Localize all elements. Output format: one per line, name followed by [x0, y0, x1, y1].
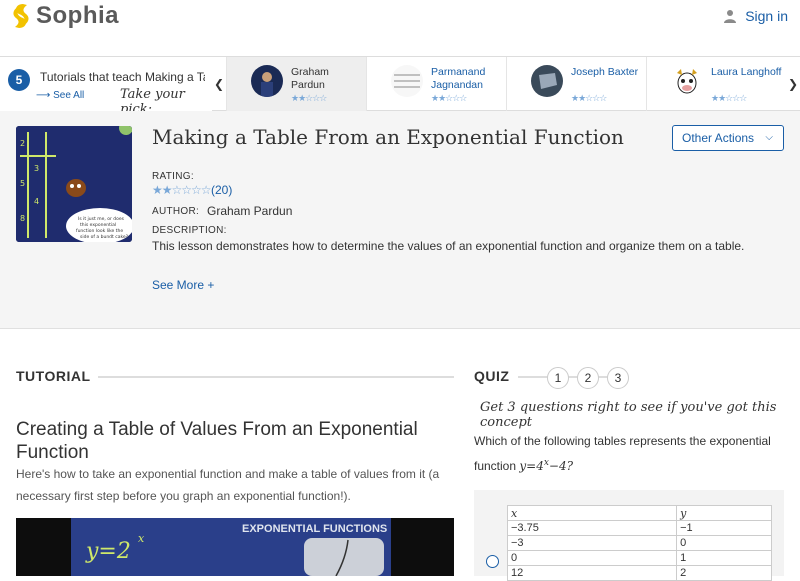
other-actions-label: Other Actions: [682, 131, 755, 145]
svg-text:Is it just me, or does: Is it just me, or does: [78, 216, 125, 222]
svg-text:4: 4: [34, 197, 39, 206]
strip-next-arrow[interactable]: ❯: [786, 57, 800, 111]
lesson-header: 2 3548 Is it just me, or does this expone…: [0, 111, 800, 329]
svg-text:this exponential: this exponential: [80, 222, 116, 228]
y-cell: −1: [676, 520, 772, 536]
strip-title: Tutorials that teach Making a Ta: [40, 70, 205, 84]
video-equation: y=2: [85, 539, 131, 564]
tutorial-video[interactable]: y=2 x EXPONENTIAL FUNCTIONS: [16, 518, 454, 576]
answer-radio[interactable]: [486, 555, 499, 568]
x-cell: −3: [506, 535, 678, 551]
see-more-link[interactable]: See More +: [152, 278, 214, 292]
table-header-row: x y: [506, 505, 772, 521]
lesson-thumbnail[interactable]: 2 3548 Is it just me, or does this expone…: [16, 126, 132, 242]
y-cell: 2: [676, 565, 772, 581]
quiz-heading: QUIZ: [474, 368, 510, 384]
svg-text:function look like the: function look like the: [76, 228, 123, 234]
card-author-name: Laura Langhoff: [711, 66, 782, 78]
table-row: 0 1: [506, 550, 772, 566]
x-header: x: [506, 505, 678, 521]
tutorials-strip: 5 Tutorials that teach Making a Ta ⟶ See…: [0, 56, 800, 117]
tutorial-card-parmanand[interactable]: Parmanand Jagnandan ★★☆☆☆: [366, 57, 506, 111]
x-cell: −3.75: [506, 520, 678, 536]
svg-text:8: 8: [20, 214, 25, 223]
card-author-name: Parmanand Jagnandan: [431, 66, 486, 91]
tutorial-card-laura[interactable]: Laura Langhoff ★★☆☆☆: [646, 57, 786, 111]
divider: [98, 376, 454, 378]
video-label: EXPONENTIAL FUNCTIONS: [242, 523, 387, 535]
card-rating-stars: ★★☆☆☆: [431, 93, 467, 103]
card-rating-stars: ★★☆☆☆: [711, 93, 747, 103]
card-author-name: Graham Pardun: [291, 66, 329, 91]
sophia-logo[interactable]: Sophia: [10, 2, 119, 30]
avatar: [531, 65, 563, 97]
arrow-right-icon: ⟶: [36, 90, 54, 101]
card-rating-stars: ★★☆☆☆: [291, 93, 327, 103]
y-cell: 0: [676, 535, 772, 551]
see-all-link[interactable]: ⟶ See All: [36, 90, 84, 101]
chevron-down-icon: ⌵: [765, 132, 773, 143]
quiz-hint: Get 3 questions right to see if you've g…: [480, 400, 777, 430]
description-label: DESCRIPTION:: [152, 225, 227, 236]
quiz-question: Which of the following tables represents…: [474, 430, 774, 477]
avatar: [251, 65, 283, 97]
tutorial-count-badge: 5: [8, 69, 30, 91]
tutorial-heading: TUTORIAL: [16, 368, 91, 384]
logo-text: Sophia: [36, 2, 120, 29]
rating-stars[interactable]: ★★☆☆☆☆: [152, 183, 212, 197]
tutorial-card-joseph[interactable]: Joseph Baxter ★★☆☆☆: [506, 57, 646, 111]
rating-count: (20): [211, 183, 233, 197]
svg-text:2: 2: [20, 139, 25, 148]
tutorial-title: Creating a Table of Values From an Expon…: [16, 419, 418, 463]
author-name: Graham Pardun: [207, 204, 293, 218]
strip-prev-arrow[interactable]: ❮: [212, 57, 226, 111]
quiz-question-1[interactable]: 1: [547, 367, 569, 389]
y-cell: 1: [676, 550, 772, 566]
user-icon: [724, 10, 737, 23]
sophia-logo-icon: [13, 4, 29, 28]
other-actions-button[interactable]: Other Actions ⌵: [672, 125, 784, 151]
tutorial-card-graham[interactable]: Graham Pardun ★★☆☆☆: [226, 57, 366, 111]
svg-text:side of a bundt cake?: side of a bundt cake?: [80, 234, 129, 240]
lesson-title: Making a Table From an Exponential Funct…: [152, 125, 624, 149]
tutorial-description: Here's how to take an exponential functi…: [16, 467, 440, 503]
table-row: 12 2: [506, 565, 772, 581]
x-cell: 0: [506, 550, 678, 566]
y-header: y: [676, 505, 772, 521]
see-all-label: See All: [53, 90, 85, 101]
sign-in-label: Sign in: [745, 8, 788, 24]
question-equation: y=4x−4?: [519, 458, 574, 473]
table-row: −3.75 −1: [506, 520, 772, 536]
svg-text:x: x: [138, 532, 145, 545]
avatar: [671, 65, 703, 97]
answer-table: x y −3.75 −1 −3 0 0 1 12 2: [506, 505, 772, 581]
avatar: [391, 65, 423, 97]
lesson-description: This lesson demonstrates how to determin…: [152, 239, 745, 253]
quiz-question-2[interactable]: 2: [577, 367, 599, 389]
rating-label: RATING:: [152, 171, 194, 182]
x-cell: 12: [506, 565, 678, 581]
quiz-question-3[interactable]: 3: [607, 367, 629, 389]
site-header: Sophia Sign in: [0, 0, 800, 56]
svg-text:3: 3: [34, 164, 39, 173]
card-author-name: Joseph Baxter: [571, 66, 639, 78]
svg-text:5: 5: [20, 179, 25, 188]
sign-in-link[interactable]: Sign in: [723, 8, 788, 24]
author-label: AUTHOR:: [152, 206, 200, 217]
strip-intro: 5 Tutorials that teach Making a Ta ⟶ See…: [0, 57, 212, 117]
card-rating-stars: ★★☆☆☆: [571, 93, 607, 103]
table-row: −3 0: [506, 535, 772, 551]
